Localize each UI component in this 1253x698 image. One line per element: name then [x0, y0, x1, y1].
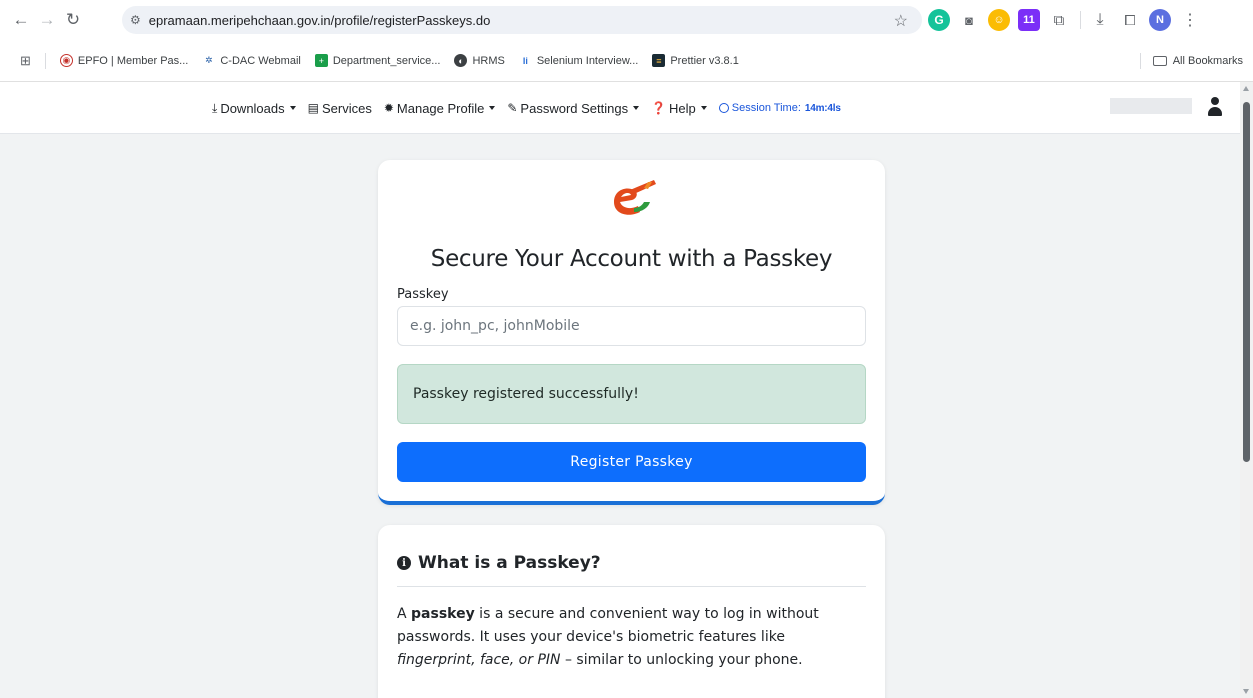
- department-icon: +: [314, 54, 328, 67]
- register-passkey-button[interactable]: Register Passkey: [397, 442, 866, 482]
- apps-grid-icon[interactable]: ⊞: [20, 53, 31, 69]
- download-icon: ⤓: [212, 100, 218, 115]
- address-bar[interactable]: ⚙ epramaan.meripehchaan.gov.in/profile/r…: [122, 6, 922, 34]
- bookmark-hrms[interactable]: ◐ HRMS: [454, 54, 505, 67]
- bookmark-star-icon[interactable]: ☆: [894, 11, 908, 31]
- more-menu-icon[interactable]: ⋮: [1179, 9, 1201, 31]
- session-label: Session Time:: [731, 102, 801, 114]
- all-bookmarks-label: All Bookmarks: [1172, 54, 1243, 67]
- browser-toolbar: ← → ↻ ⚙ epramaan.meripehchaan.gov.in/pro…: [0, 0, 1253, 40]
- prettier-icon: ≡: [652, 54, 666, 67]
- all-bookmarks[interactable]: All Bookmarks: [1152, 54, 1243, 67]
- nav-downloads[interactable]: ⤓ Downloads: [212, 101, 296, 116]
- bookmark-label: Selenium Interview...: [536, 54, 639, 67]
- scroll-down-arrow-icon[interactable]: [1243, 689, 1249, 694]
- caret-down-icon: [489, 106, 496, 110]
- nav-services-label: Services: [321, 100, 372, 116]
- emoji-extension-icon[interactable]: ☺: [988, 9, 1010, 31]
- bookmark-label: EPFO | Member Pas...: [77, 54, 189, 67]
- cdac-icon: ✲: [205, 55, 213, 65]
- bookmark-selenium[interactable]: Ii Selenium Interview...: [519, 54, 639, 67]
- eleven-extension-icon[interactable]: 11: [1018, 9, 1040, 31]
- bookmark-label: Prettier v3.8.1: [670, 54, 739, 67]
- gear-icon: ✹: [383, 101, 394, 115]
- wrench-icon: ✎: [507, 101, 518, 115]
- bookmark-department[interactable]: + Department_service...: [314, 54, 441, 67]
- profile-avatar[interactable]: N: [1149, 9, 1171, 31]
- nav-help-label: Help: [669, 100, 696, 116]
- selenium-icon: Ii: [522, 55, 528, 66]
- clock-icon: [718, 103, 729, 113]
- site-navbar: ⤓ Downloads ▤ Services ✹ Manage Profile …: [0, 82, 1240, 134]
- site-info-icon[interactable]: ⚙: [130, 13, 141, 27]
- session-timer: Session Time: 14m:4ls: [718, 102, 841, 114]
- bookmark-label: HRMS: [472, 54, 505, 67]
- scroll-up-arrow-icon[interactable]: [1243, 86, 1249, 91]
- passkey-term: passkey: [411, 606, 475, 622]
- puzzle-icon[interactable]: ⧉: [1048, 9, 1070, 31]
- session-value: 14m:4ls: [804, 102, 841, 114]
- caret-down-icon: [289, 106, 296, 110]
- back-icon[interactable]: ←: [8, 7, 34, 33]
- nav-manage-profile[interactable]: ✹ Manage Profile: [384, 101, 496, 116]
- bookmark-cdac[interactable]: ✲ C-DAC Webmail: [202, 54, 301, 67]
- info-heading: i What is a Passkey?: [397, 553, 601, 573]
- biometric-examples: fingerprint, face, or PIN: [397, 652, 561, 668]
- info-circle-icon: i: [397, 556, 411, 570]
- nav-password-settings-label: Password Settings: [520, 100, 629, 116]
- nav-services[interactable]: ▤ Services: [308, 101, 372, 116]
- passkey-label: Passkey: [397, 287, 449, 302]
- caret-down-icon: [633, 106, 640, 110]
- passkey-card: Secure Your Account with a Passkey Passk…: [378, 160, 885, 505]
- success-alert: Passkey registered successfully!: [397, 364, 866, 424]
- scrollbar-thumb[interactable]: [1243, 102, 1250, 462]
- bookmark-prettier[interactable]: ≡ Prettier v3.8.1: [652, 54, 739, 67]
- nav-password-settings[interactable]: ✎ Password Settings: [507, 100, 640, 116]
- passkey-info-card: i What is a Passkey? A passkey is a secu…: [378, 525, 885, 698]
- nav-help[interactable]: ❓ Help: [651, 101, 707, 116]
- user-name-placeholder: [1110, 98, 1192, 114]
- bookmarks-divider: [1140, 52, 1141, 69]
- page-scrollbar[interactable]: [1240, 82, 1253, 698]
- page-title: Secure Your Account with a Passkey: [430, 246, 833, 272]
- forward-icon[interactable]: →: [34, 7, 60, 33]
- epramaan-logo: [614, 180, 656, 215]
- nav-downloads-label: Downloads: [220, 100, 285, 116]
- grammarly-icon[interactable]: G: [928, 9, 950, 31]
- question-circle-icon: ❓: [651, 101, 667, 115]
- file-icon: ▤: [307, 101, 319, 115]
- info-heading-text: What is a Passkey?: [418, 553, 601, 573]
- folder-icon: [1152, 55, 1167, 66]
- tab-search-icon[interactable]: ⧠: [1119, 9, 1141, 31]
- bookmark-label: C-DAC Webmail: [220, 54, 301, 67]
- user-icon[interactable]: [1207, 97, 1223, 117]
- url-text[interactable]: epramaan.meripehchaan.gov.in/profile/reg…: [149, 13, 491, 28]
- hrms-icon: ◐: [454, 54, 468, 67]
- extensions-bar: G ◙ ☺ 11 ⧉ ⤓ ⧠ N ⋮: [928, 6, 1209, 34]
- caret-down-icon: [700, 106, 707, 110]
- epfo-icon: ◉: [59, 54, 73, 67]
- bookmark-label: Department_service...: [332, 54, 441, 67]
- toolbar-divider: [1080, 11, 1081, 29]
- bookmarks-bar: ⊞ ◉ EPFO | Member Pas... ✲ C-DAC Webmail…: [0, 40, 1253, 82]
- divider: [397, 586, 866, 587]
- bookmarks-divider: [44, 52, 46, 69]
- bookmark-epfo[interactable]: ◉ EPFO | Member Pas...: [59, 54, 189, 67]
- reload-icon[interactable]: ↻: [60, 7, 86, 33]
- download-icon[interactable]: ⤓: [1089, 9, 1111, 31]
- passkey-input[interactable]: [397, 306, 866, 346]
- nav-manage-profile-label: Manage Profile: [396, 100, 485, 116]
- info-paragraph: A passkey is a secure and convenient way…: [397, 606, 819, 668]
- camera-icon[interactable]: ◙: [958, 9, 980, 31]
